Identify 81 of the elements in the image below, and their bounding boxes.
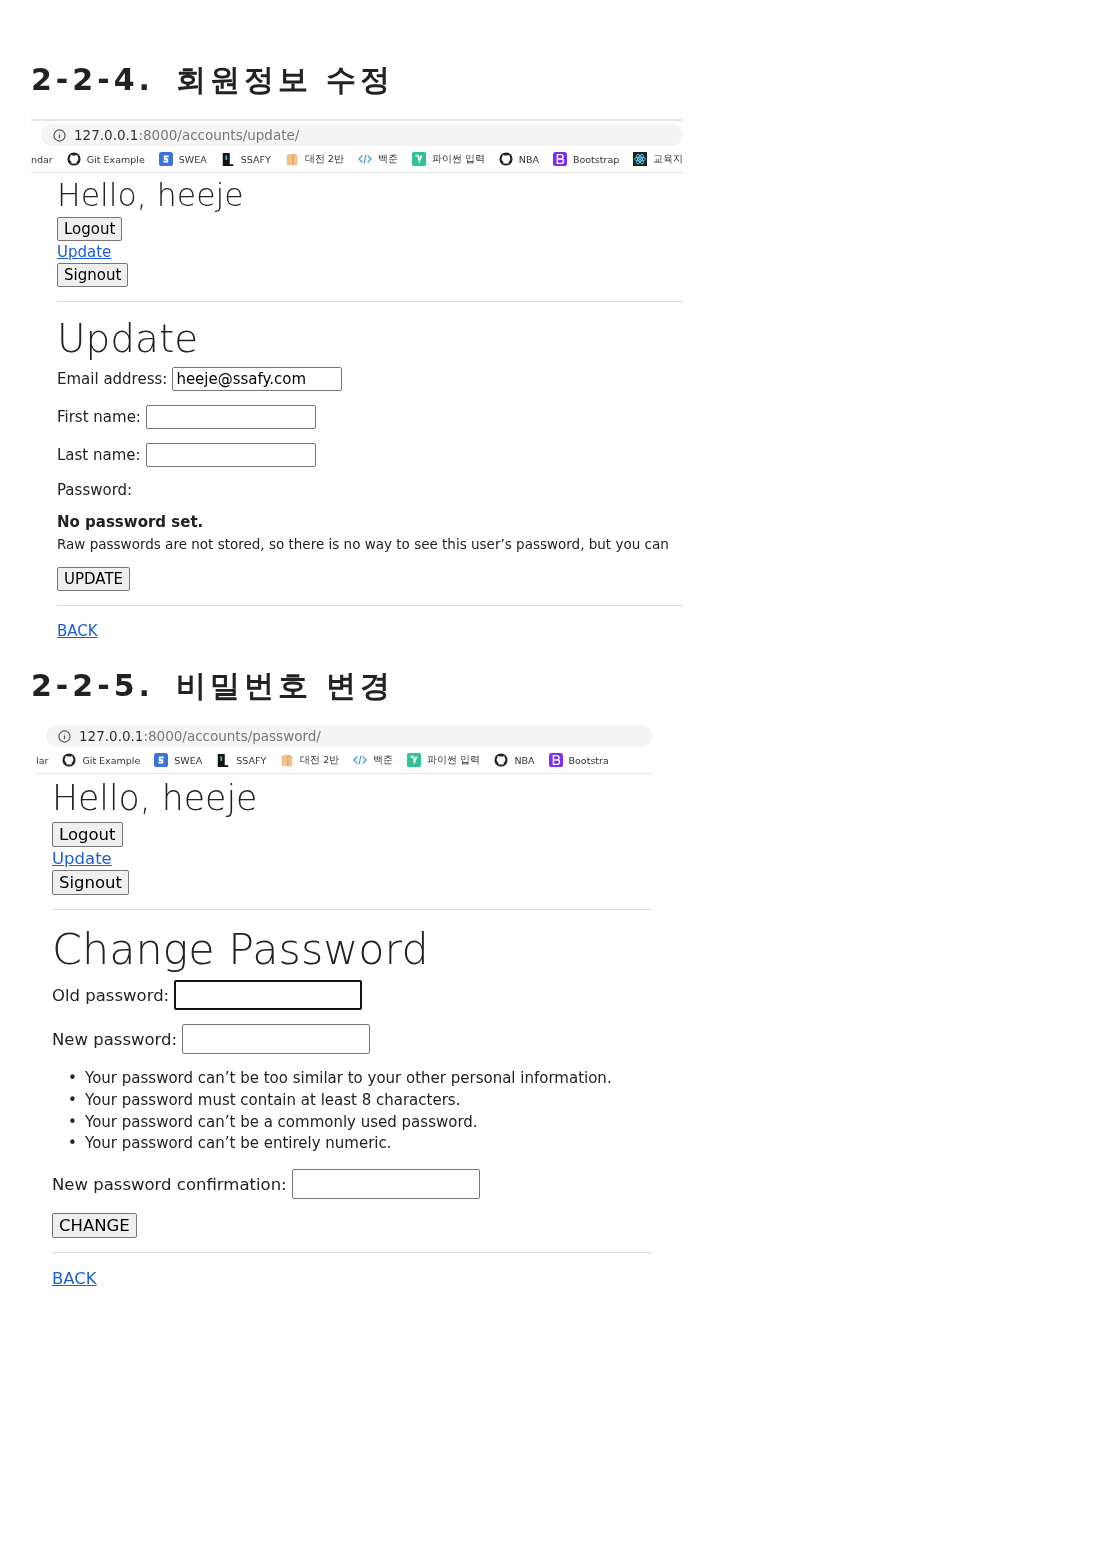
bookmark[interactable]: 파이썬 입력 — [427, 753, 481, 767]
field-label: Old password: — [52, 985, 170, 1005]
bookmark[interactable]: 교육지 — [653, 152, 683, 166]
input-field[interactable] — [174, 980, 363, 1010]
greeting-heading: Hello, heeje — [52, 778, 259, 818]
github-cat-icon — [498, 152, 513, 166]
field-label: First name: — [57, 408, 141, 426]
bullet: • — [68, 1089, 76, 1111]
bookmark[interactable]: 백준 — [377, 152, 398, 166]
input-field[interactable]: heeje@ssafy.com — [172, 367, 343, 391]
info-icon — [58, 729, 71, 743]
app-icon — [552, 152, 567, 166]
bread-icon — [284, 152, 299, 166]
bookmark[interactable]: SSAFY — [240, 153, 271, 165]
app-icon — [158, 152, 173, 166]
github-cat-icon — [62, 753, 77, 767]
bookmark[interactable]: lar — [36, 754, 49, 766]
section-number: 2-2-5. — [31, 668, 154, 703]
info-icon — [53, 128, 66, 142]
bullet: • — [68, 1133, 76, 1155]
bookmark[interactable]: SSAFY — [236, 754, 267, 766]
bookmark[interactable]: 대전 2반 — [304, 152, 344, 166]
help-list-item: Your password can’t be a commonly used password. — [85, 1111, 478, 1133]
bookmark[interactable]: NBA — [514, 754, 535, 766]
app-icon — [220, 152, 235, 166]
input-field[interactable] — [145, 443, 316, 467]
field-label: Email address: — [57, 370, 168, 388]
help-list-item: Your password can’t be too similar to your other personal information. — [85, 1068, 612, 1089]
submit-button[interactable]: CHANGE — [52, 1213, 137, 1238]
note-title: No password set. — [57, 513, 205, 531]
section-heading: 비밀번호 변경 — [175, 667, 395, 705]
bread-icon — [280, 753, 295, 767]
app-icon — [407, 753, 422, 767]
bullet: • — [68, 1068, 76, 1089]
logout-button[interactable]: Logout — [57, 217, 123, 241]
app-icon — [411, 152, 426, 166]
app-icon — [548, 753, 563, 767]
app-icon — [154, 753, 169, 767]
back-link[interactable]: BACK — [57, 622, 98, 640]
update-link[interactable]: Update — [57, 243, 112, 261]
greeting-heading: Hello, heeje — [57, 177, 245, 213]
page-title: Update — [57, 316, 200, 361]
input-field[interactable] — [145, 405, 316, 429]
github-cat-icon — [494, 753, 509, 767]
signout-button[interactable]: Signout — [57, 263, 129, 287]
field-label: Last name: — [57, 446, 141, 464]
bookmark[interactable]: SWEA — [174, 754, 203, 766]
bookmark[interactable]: 파이썬 입력 — [431, 152, 485, 166]
bookmark[interactable]: 백준 — [373, 753, 394, 767]
input-field[interactable] — [182, 1024, 371, 1054]
address-bar[interactable]: 127.0.0.1:8000/accounts/update/ — [41, 124, 683, 146]
field-label: New password confirmation: — [52, 1174, 287, 1194]
section-heading: 회원정보 수정 — [175, 61, 395, 99]
github-cat-icon — [66, 152, 81, 166]
logout-button[interactable]: Logout — [52, 822, 123, 847]
submit-button[interactable]: UPDATE — [57, 567, 131, 591]
bookmark[interactable]: 대전 2반 — [300, 753, 340, 767]
app-icon — [216, 753, 231, 767]
code-brackets-icon — [357, 152, 372, 166]
field-label: New password: — [52, 1029, 178, 1049]
atom-icon — [633, 152, 648, 166]
bookmark[interactable]: ndar — [31, 153, 53, 165]
update-link[interactable]: Update — [52, 849, 112, 868]
bookmark[interactable]: Bootstra — [568, 754, 609, 766]
section-number: 2-2-4. — [31, 62, 154, 97]
input-field[interactable] — [291, 1169, 480, 1199]
field-label: Password: — [57, 481, 133, 499]
bullet: • — [68, 1111, 76, 1133]
bookmark[interactable]: Git Example — [82, 754, 141, 766]
back-link[interactable]: BACK — [52, 1269, 97, 1288]
page-title: Change Password — [52, 924, 430, 974]
address-bar[interactable]: 127.0.0.1:8000/accounts/password/ — [46, 725, 652, 747]
code-brackets-icon — [353, 753, 368, 767]
bookmark[interactable]: Bootstrap — [572, 153, 620, 165]
help-list-item: Your password must contain at least 8 characters. — [85, 1089, 461, 1111]
help-list-item: Your password can’t be entirely numeric. — [85, 1133, 392, 1155]
bookmark[interactable]: SWEA — [178, 153, 207, 165]
bookmark[interactable]: NBA — [518, 153, 539, 165]
bookmark[interactable]: Git Example — [86, 153, 145, 165]
signout-button[interactable]: Signout — [52, 870, 129, 895]
help-text: Raw passwords are not stored, so there is no way to see this user’s password, but you can — [57, 536, 669, 552]
